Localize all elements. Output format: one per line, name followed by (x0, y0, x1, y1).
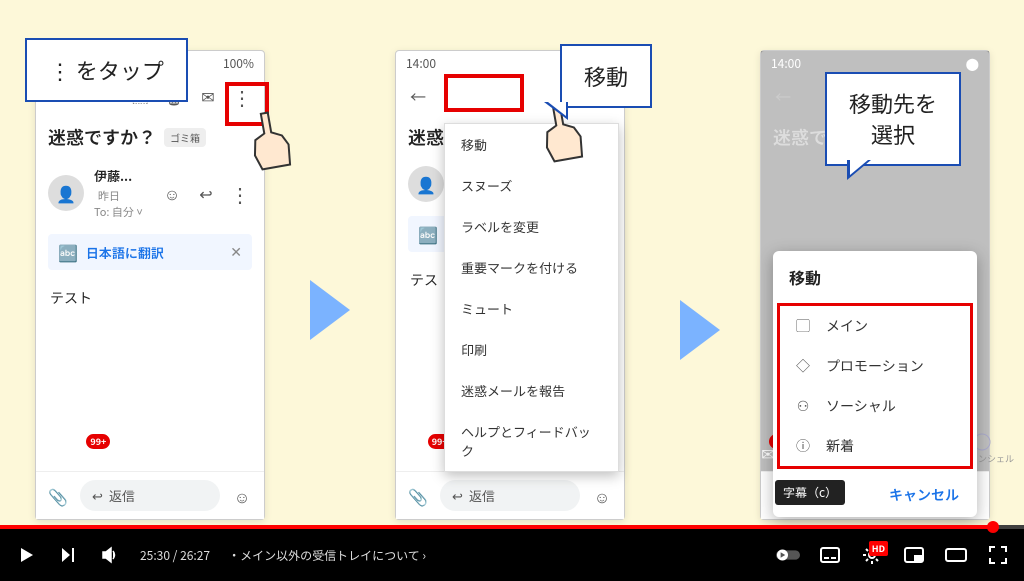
menu-print[interactable]: 印刷 (445, 329, 618, 370)
translate-icon: 🔤 (58, 240, 78, 264)
move-option-updates[interactable]: ⓘ 新着 (780, 426, 970, 466)
sender-more-icon[interactable]: ⋮ (228, 181, 252, 205)
reply-pill[interactable]: ↩ 返信 (80, 480, 220, 511)
people-icon: ⚇ (794, 396, 812, 416)
battery-text: 100% (223, 55, 254, 72)
emoji-icon[interactable]: ☺ (590, 484, 614, 508)
callout-tap-more: ⋮ をタップ (25, 38, 188, 102)
option-label: メイン (826, 316, 868, 336)
back-icon[interactable]: ← (406, 84, 430, 108)
more-menu: 移動 スヌーズ ラベルを変更 重要マークを付ける ミュート 印刷 迷惑メールを報… (444, 123, 619, 472)
email-subject: 迷惑 (408, 124, 444, 150)
reply-pill[interactable]: ↩ 返信 (440, 480, 580, 511)
video-content: 100% ← ⬚ 🗑 ✉ ⋮ 迷惑ですか？ ゴミ箱 👤 伊藤... 昨日 To:… (0, 0, 1024, 525)
move-option-social[interactable]: ⚇ ソーシャル (780, 386, 970, 426)
youtube-controls: 25:30 / 26:27 ・メイン以外の受信トレイについて › HD (0, 529, 1024, 581)
menu-important[interactable]: 重要マークを付ける (445, 247, 618, 288)
translate-bar[interactable]: 🔤 日本語に翻訳 ✕ (48, 234, 252, 270)
back-icon[interactable]: ← (771, 84, 795, 108)
move-option-main[interactable]: ▢ メイン (780, 306, 970, 346)
attach-icon[interactable]: 📎 (46, 484, 70, 508)
next-button[interactable] (56, 543, 80, 567)
translate-text: 日本語に翻訳 (86, 243, 222, 262)
volume-button[interactable] (98, 543, 122, 567)
sender-date: 昨日 (98, 188, 120, 204)
sender-name: 伊藤... (94, 166, 132, 185)
reply-arrow-icon[interactable]: ↩ (194, 181, 218, 205)
time-display: 25:30 / 26:27 (140, 547, 210, 564)
option-label: ソーシャル (826, 396, 896, 416)
subtitles-button[interactable] (818, 543, 842, 567)
chevron-right-icon: › (422, 547, 426, 564)
hd-badge: HD (869, 541, 888, 556)
menu-mute[interactable]: ミュート (445, 288, 618, 329)
option-label: 新着 (826, 436, 854, 456)
email-subject: 迷惑で (773, 124, 827, 150)
mail-icon[interactable]: ✉ (196, 84, 220, 108)
email-body: テスト (36, 276, 264, 320)
settings-button[interactable]: HD (860, 543, 884, 567)
sender-to: To: 自分 ˅ (94, 204, 150, 220)
miniplayer-button[interactable] (902, 543, 926, 567)
step-arrow-icon (680, 300, 720, 360)
chapter-title[interactable]: ・メイン以外の受信トレイについて › (228, 547, 426, 564)
menu-label[interactable]: ラベルを変更 (445, 206, 618, 247)
step-arrow-icon (310, 280, 350, 340)
move-sheet: 移動 ▢メイン ◇プロモーション ⚇ソーシャル ⓘ新着 キャンセル (773, 251, 977, 517)
menu-snooze[interactable]: スヌーズ (445, 165, 618, 206)
move-option-promo[interactable]: ◇ プロモーション (780, 346, 970, 386)
option-label: プロモーション (826, 356, 924, 376)
highlight-move-item (444, 74, 524, 112)
play-button[interactable] (14, 543, 38, 567)
tag-icon: ◇ (794, 356, 812, 376)
time-text: 14:00 (771, 55, 801, 72)
menu-spam[interactable]: 迷惑メールを報告 (445, 370, 618, 411)
fullscreen-button[interactable] (986, 543, 1010, 567)
menu-help[interactable]: ヘルプとフィードバック (445, 411, 618, 471)
attach-icon[interactable]: 📎 (406, 484, 430, 508)
theater-button[interactable] (944, 543, 968, 567)
email-subject: 迷惑ですか？ (48, 124, 156, 150)
avatar: 👤 (48, 175, 84, 211)
info-icon: ⓘ (794, 436, 812, 456)
sheet-title: 移動 (773, 251, 977, 303)
sheet-list: ▢ メイン ◇ プロモーション ⚇ ソーシャル ⓘ 新着 (777, 303, 973, 469)
label-chip: ゴミ箱 (164, 128, 206, 147)
inbox-icon: ▢ (794, 316, 812, 336)
close-icon[interactable]: ✕ (230, 242, 242, 262)
subtitle-tooltip: 字幕（c） (775, 480, 845, 505)
highlight-more-button (225, 82, 269, 126)
time-text: 14:00 (406, 55, 436, 72)
emoji-icon[interactable]: ☺ (160, 181, 184, 205)
translate-icon: 🔤 (418, 222, 438, 246)
emoji-icon[interactable]: ☺ (230, 484, 254, 508)
phone-screen-2: 14:00⬤ ← 迷惑 👤 🔤 テス 移動 スヌーズ ラベルを変更 重要マークを… (395, 50, 625, 520)
callout-select-dest: 移動先を選択 (825, 72, 961, 166)
autoplay-toggle[interactable] (776, 543, 800, 567)
avatar: 👤 (408, 166, 444, 202)
callout-move: 移動 (560, 44, 652, 108)
menu-move[interactable]: 移動 (445, 124, 618, 165)
